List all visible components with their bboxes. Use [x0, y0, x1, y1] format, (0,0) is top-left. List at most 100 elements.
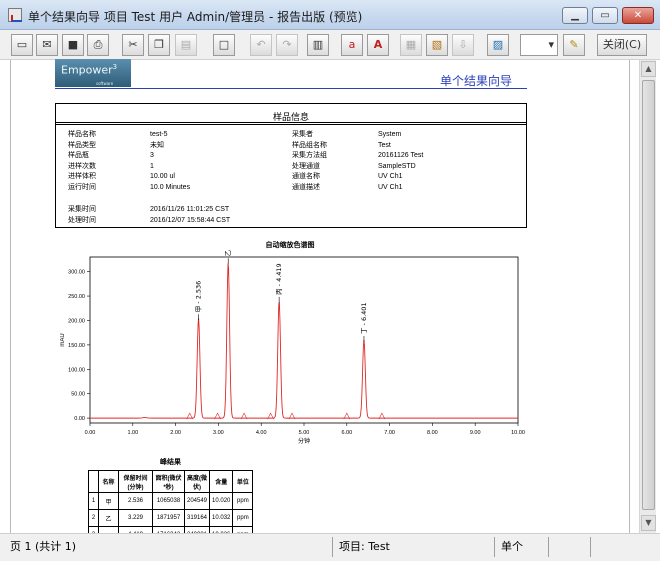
y-tick-label: 50.00 [71, 392, 85, 398]
layout-icon[interactable]: ▦ [400, 34, 422, 56]
save-icon[interactable]: ■ [62, 34, 84, 56]
x-tick-label: 3.00 [213, 430, 224, 436]
info-label: 采集者 [292, 131, 313, 138]
zoom-select[interactable]: ▾ [520, 34, 558, 56]
results-header-cell: 面积(微伏*秒) [152, 470, 185, 493]
info-value: 未知 [150, 141, 164, 149]
chromatogram-trace [90, 263, 518, 419]
results-header-cell: 含量 [209, 470, 234, 493]
info-label: 样品名称 [68, 131, 96, 138]
info-value: 2016/11/26 11:01:25 CST [150, 206, 230, 213]
status-project: 项目: Test [332, 537, 492, 557]
chart-title: 自动缩放色谱图 [265, 242, 315, 249]
info-value: Test [378, 141, 391, 149]
minimize-button[interactable]: ▁ [562, 7, 588, 24]
window-title: 单个结果向导 项目 Test 用户 Admin/管理员 - 报告出版 (预览) [28, 10, 363, 24]
x-tick-label: 6.00 [341, 430, 352, 436]
info-label: 运行时间 [68, 183, 96, 191]
info-value: 3 [150, 152, 154, 159]
peak-label: 甲 - 2.536 [195, 281, 203, 313]
sample-info-rule [55, 122, 527, 125]
info-value: 10.0 Minutes [150, 183, 191, 191]
info-value: UV Ch1 [378, 173, 403, 180]
status-mode: 单个 [494, 537, 546, 557]
close-window-button[interactable]: ✕ [622, 7, 654, 24]
results-cell: 乙 [98, 509, 119, 527]
info-value: UV Ch1 [378, 183, 403, 191]
paste-icon[interactable]: ▤ [175, 34, 197, 56]
info-value: SampleSTD [378, 162, 416, 170]
info-label: 采集时间 [68, 206, 96, 213]
empower-logo: Empower3 [55, 59, 131, 87]
picture-icon[interactable]: ▨ [487, 34, 509, 56]
scroll-up-icon[interactable]: ▲ [641, 61, 656, 77]
text-a-bold-icon[interactable]: A [367, 34, 389, 56]
info-label: 采集方法组 [292, 152, 327, 159]
info-label: 通道描述 [292, 183, 320, 191]
results-cell: ppm [232, 509, 254, 527]
info-label: 样品组名称 [292, 141, 327, 149]
x-tick-label: 4.00 [256, 430, 267, 436]
info-label: 通道名称 [292, 173, 320, 180]
copy-icon[interactable]: ❐ [148, 34, 170, 56]
status-bar: 页 1 (共计 1) 项目: Test 单个 [0, 533, 660, 561]
peak-label: 乙 - 3.229 [224, 250, 232, 256]
mail-icon[interactable]: ✉ [36, 34, 58, 56]
x-tick-label: 1.00 [127, 430, 138, 436]
x-tick-label: 9.00 [470, 430, 481, 436]
scroll-down-icon[interactable]: ▼ [641, 515, 656, 531]
x-tick-label: 2.00 [170, 430, 181, 436]
empower-logo-subtext: software [96, 81, 114, 86]
edit-icon[interactable]: ✎ [563, 34, 585, 56]
export-icon[interactable]: ⇩ [452, 34, 474, 56]
results-header-cell: 保留时间(分钟) [118, 470, 153, 493]
print-icon[interactable]: ⎙ [87, 34, 109, 56]
y-tick-label: 100.00 [68, 367, 85, 373]
y-axis-label: mAU [60, 333, 66, 346]
toolbar: ▭ ✉ ■ ⎙ ✂ ❐ ▤ □ ↶ ↷ ▥ a A ▦ ▧ ⇩ ▨ ▾ ✎ 关闭… [0, 30, 660, 60]
x-tick-label: 7.00 [384, 430, 395, 436]
info-value: System [378, 131, 402, 138]
results-cell: 10.032 [209, 509, 234, 527]
info-value: 1 [150, 162, 154, 170]
results-header-row: 名称 保留时间(分钟) 面积(微伏*秒) 高度(微伏) 含量 单位 [88, 470, 254, 493]
scroll-thumb[interactable] [642, 80, 655, 510]
x-tick-label: 8.00 [427, 430, 438, 436]
results-cell: 1065038 [152, 492, 185, 510]
title-bar: 单个结果向导 项目 Test 用户 Admin/管理员 - 报告出版 (预览) … [0, 0, 660, 30]
open-icon[interactable]: ▭ [11, 34, 33, 56]
y-tick-label: 200.00 [68, 318, 85, 324]
table-row: 1 甲 2.536 1065038 204549 10.020 ppm [88, 492, 254, 510]
page-frame-icon[interactable]: □ [213, 34, 235, 56]
redo-icon[interactable]: ↷ [276, 34, 298, 56]
info-label: 进样次数 [68, 162, 96, 170]
info-value: 2016/12/07 15:58:44 CST [150, 216, 231, 224]
results-header-cell: 单位 [232, 470, 254, 493]
chart-icon[interactable]: ▧ [426, 34, 448, 56]
undo-icon[interactable]: ↶ [250, 34, 272, 56]
cut-icon[interactable]: ✂ [122, 34, 144, 56]
peak-label: 丁 - 6.401 [360, 302, 368, 334]
x-tick-label: 0.00 [85, 430, 96, 436]
table-row: 2 乙 3.229 1871957 319164 10.032 ppm [88, 509, 254, 527]
group-icon[interactable]: ▥ [307, 34, 329, 56]
status-empty-2 [590, 537, 636, 557]
info-value: 10.00 ul [150, 173, 175, 180]
x-axis-label: 分钟 [298, 437, 310, 445]
results-cell: 319164 [183, 509, 211, 527]
maximize-button[interactable]: ▭ [592, 7, 618, 24]
results-header-cell [88, 470, 99, 493]
text-a-icon[interactable]: a [341, 34, 363, 56]
info-value: 20161126 Test [378, 152, 424, 159]
close-button[interactable]: 关闭(C) [597, 34, 647, 56]
results-header-cell: 高度(微伏) [183, 470, 211, 493]
vertical-scrollbar[interactable]: ▲ ▼ [639, 60, 656, 533]
chromatogram-chart: 0.00 1.00 2.00 3.00 4.00 5.00 6.00 7.00 8.00 9.00… [60, 250, 525, 445]
info-value: test-5 [150, 131, 168, 138]
info-label: 样品瓶 [68, 152, 89, 159]
results-header-cell: 名称 [98, 470, 119, 493]
y-tick-label: 250.00 [68, 294, 85, 300]
status-page: 页 1 (共计 1) [10, 540, 77, 553]
y-tick-label: 300.00 [68, 270, 85, 276]
status-empty-1 [548, 537, 588, 557]
